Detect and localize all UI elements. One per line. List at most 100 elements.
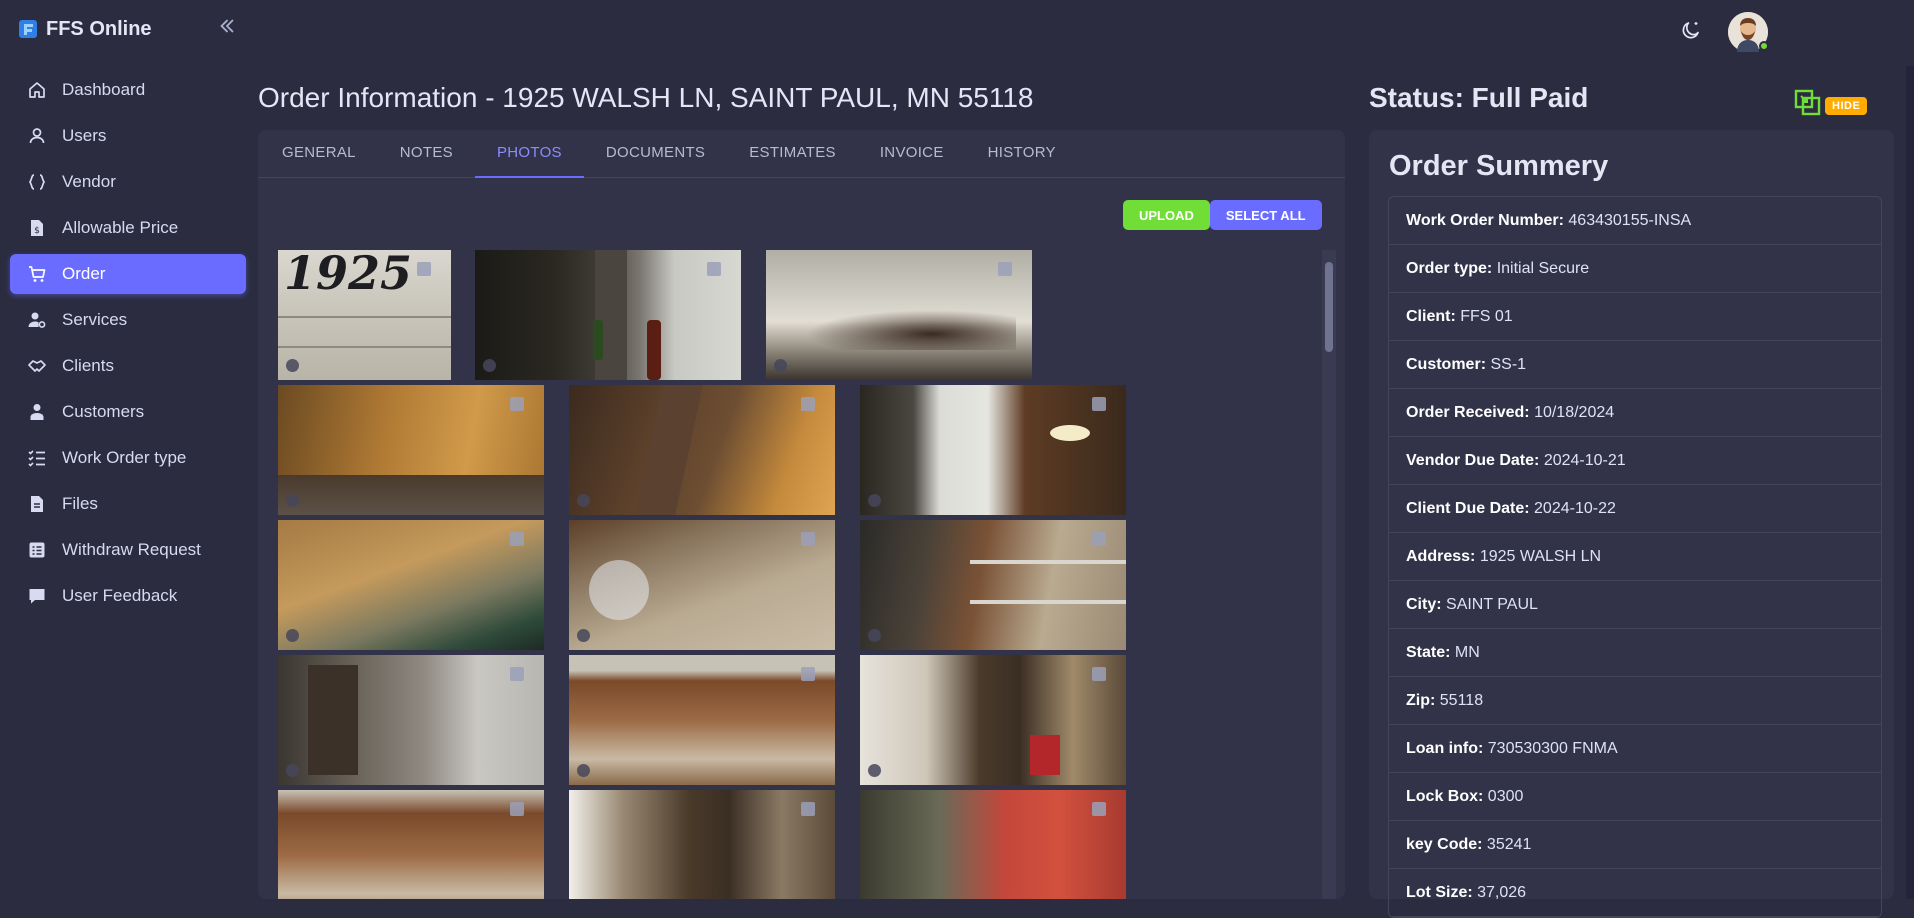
page-scrollbar[interactable] — [1906, 66, 1914, 899]
sidebar-item-services[interactable]: Services — [10, 300, 246, 340]
user-cog-icon — [26, 309, 48, 331]
tab-estimates[interactable]: ESTIMATES — [727, 130, 858, 178]
svg-text:$: $ — [34, 226, 40, 236]
sidebar-item-allowable-price[interactable]: $ Allowable Price — [10, 208, 246, 248]
photo-thumbnail[interactable] — [278, 520, 544, 650]
page-title: Order Information - 1925 WALSH LN, SAINT… — [258, 82, 1034, 113]
photo-checkbox[interactable] — [998, 262, 1012, 276]
topbar-actions — [1680, 12, 1769, 52]
sidebar-item-label: Dashboard — [62, 80, 146, 99]
summary-value: 1925 WALSH LN — [1479, 548, 1602, 565]
photo-info-icon[interactable] — [286, 359, 299, 372]
photo-thumbnail[interactable] — [569, 385, 835, 515]
photo-thumbnail[interactable] — [860, 655, 1126, 785]
photo-checkbox[interactable] — [1092, 667, 1106, 681]
sidebar-item-vendor[interactable]: Vendor — [10, 162, 246, 202]
sidebar-item-dashboard[interactable]: Dashboard — [10, 70, 246, 110]
photo-thumbnail[interactable] — [569, 655, 835, 785]
photo-checkbox[interactable] — [510, 397, 524, 411]
sidebar-item-user-feedback[interactable]: User Feedback — [10, 576, 246, 616]
sidebar-item-clients[interactable]: Clients — [10, 346, 246, 386]
hide-button[interactable]: HIDE — [1825, 96, 1868, 115]
sidebar-item-customers[interactable]: Customers — [10, 392, 246, 432]
collapse-sidebar-button[interactable] — [216, 16, 238, 38]
photo-thumbnail[interactable] — [860, 790, 1126, 899]
photo-thumbnail[interactable] — [278, 655, 544, 785]
customer-icon — [26, 401, 48, 423]
summary-value: FFS 01 — [1460, 308, 1513, 325]
hide-summary-toggle[interactable]: HIDE — [1793, 88, 1868, 123]
photo-checkbox[interactable] — [1092, 532, 1106, 546]
photo-checkbox[interactable] — [1092, 397, 1106, 411]
gallery-scroll-thumb[interactable] — [1325, 262, 1333, 352]
moon-icon[interactable] — [1680, 19, 1702, 46]
select-all-button[interactable]: SELECT ALL — [1209, 200, 1322, 230]
photo-info-icon[interactable] — [577, 629, 590, 642]
summary-label: Order type — [1406, 260, 1487, 277]
photo-thumbnail[interactable] — [278, 790, 544, 899]
summary-row-client-due-date: Client Due Date: 2024-10-22 — [1389, 485, 1881, 533]
photo-thumbnail[interactable] — [569, 790, 835, 899]
photo-thumbnail[interactable] — [569, 520, 835, 650]
photo-thumbnail[interactable] — [860, 520, 1126, 650]
gallery-scrollbar[interactable] — [1322, 250, 1336, 899]
photo-checkbox[interactable] — [510, 667, 524, 681]
photo-thumbnail[interactable]: 1925 — [278, 250, 451, 380]
summary-label: Lot Size — [1406, 884, 1468, 901]
home-icon — [26, 79, 48, 101]
photo-info-icon[interactable] — [286, 629, 299, 642]
photo-info-icon[interactable] — [868, 629, 881, 642]
tab-photos[interactable]: PHOTOS — [474, 130, 584, 178]
sidebar-item-work-order-type[interactable]: Work Order type — [10, 438, 246, 478]
photo-checkbox[interactable] — [1092, 802, 1106, 816]
summary-row-order-type: Order type: Initial Secure — [1389, 245, 1881, 293]
tab-invoice[interactable]: INVOICE — [858, 130, 966, 178]
photo-thumbnail[interactable] — [475, 250, 741, 380]
photo-caption: 1925 — [284, 250, 413, 300]
photo-thumbnail[interactable] — [278, 385, 544, 515]
summary-label: Customer — [1406, 356, 1481, 373]
photo-thumbnail[interactable] — [766, 250, 1032, 380]
summary-row-city: City: SAINT PAUL — [1389, 581, 1881, 629]
sidebar-item-label: Withdraw Request — [62, 540, 201, 559]
photo-checkbox[interactable] — [801, 532, 815, 546]
photo-checkbox[interactable] — [707, 262, 721, 276]
upload-button[interactable]: UPLOAD — [1123, 200, 1210, 230]
brand[interactable]: FFS Online — [18, 16, 152, 42]
sidebar-item-users[interactable]: Users — [10, 116, 246, 156]
sidebar-item-label: Users — [62, 126, 107, 145]
summary-value: SAINT PAUL — [1446, 596, 1538, 613]
brand-logo-icon — [19, 20, 37, 38]
sidebar-item-order[interactable]: Order — [10, 254, 246, 294]
photo-info-icon[interactable] — [483, 359, 496, 372]
photo-thumbnail[interactable] — [860, 385, 1126, 515]
photo-info-icon[interactable] — [774, 359, 787, 372]
avatar[interactable] — [1728, 12, 1769, 52]
summary-row-lot-size: Lot Size: 37,026 — [1389, 869, 1881, 917]
summary-label: Client — [1406, 308, 1451, 325]
photo-info-icon[interactable] — [286, 764, 299, 777]
summary-row-client: Client: FFS 01 — [1389, 293, 1881, 341]
photo-info-icon[interactable] — [286, 494, 299, 507]
sidebar-item-files[interactable]: Files — [10, 484, 246, 524]
photo-info-icon[interactable] — [868, 494, 881, 507]
photo-checkbox[interactable] — [510, 532, 524, 546]
photo-info-icon[interactable] — [577, 494, 590, 507]
user-icon — [26, 125, 48, 147]
photo-checkbox[interactable] — [801, 667, 815, 681]
file-icon — [26, 493, 48, 515]
photo-info-icon[interactable] — [868, 764, 881, 777]
photo-checkbox[interactable] — [417, 262, 431, 276]
tab-documents[interactable]: DOCUMENTS — [584, 130, 727, 178]
tab-history[interactable]: HISTORY — [966, 130, 1078, 178]
photo-checkbox[interactable] — [510, 802, 524, 816]
tab-notes[interactable]: NOTES — [378, 130, 475, 178]
sidebar-item-withdraw-request[interactable]: Withdraw Request — [10, 530, 246, 570]
summary-value: Initial Secure — [1496, 260, 1590, 277]
summary-value: 463430155-INSA — [1568, 212, 1692, 229]
tab-general[interactable]: GENERAL — [260, 130, 378, 178]
photo-info-icon[interactable] — [577, 764, 590, 777]
photo-checkbox[interactable] — [801, 397, 815, 411]
sidebar-item-label: User Feedback — [62, 586, 178, 605]
photo-checkbox[interactable] — [801, 802, 815, 816]
